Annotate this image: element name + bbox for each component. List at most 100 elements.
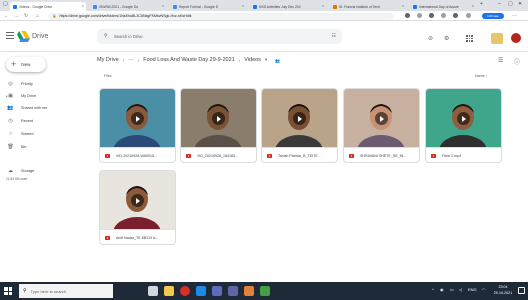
close-tab-icon[interactable]: × [82,3,84,8]
app-icon[interactable] [260,286,270,296]
settings-icon[interactable]: ⚙ [444,35,449,42]
reload-icon[interactable]: ↻ [24,13,28,19]
sidebar-item-my-drive[interactable]: ▸ ▣ My Drive [6,91,64,100]
play-icon[interactable] [293,112,306,125]
close-tab-icon[interactable]: × [162,3,164,8]
search-bar[interactable]: ⚲ Search in Drive ☷ [97,29,342,44]
search-options-icon[interactable]: ☷ [332,33,336,39]
collections-icon[interactable] [453,13,458,18]
sort-by-name-button[interactable]: Name ↑ [475,74,487,78]
browser-tab[interactable]: Report Format - Google D × [170,2,246,11]
video-thumbnail[interactable] [181,89,256,147]
extension-icon[interactable] [417,13,422,18]
video-thumbnail[interactable] [426,89,501,147]
tab-title: Report Format - Google D [179,4,219,9]
file-card[interactable]: SHRAVANI SHETE_SE_IN... [343,88,420,163]
browser-tab[interactable]: ISWSM 2021 - Google Do × [90,2,166,11]
tray-volume-icon[interactable]: ◁ [459,287,462,292]
search-icon[interactable]: ⚲ [104,33,108,39]
play-icon[interactable] [375,112,388,125]
notifications-icon[interactable] [518,287,525,294]
taskbar-search-placeholder: Type here to search [30,288,67,294]
close-tab-icon[interactable]: × [402,3,404,8]
close-window-icon[interactable]: ✕ [518,1,522,7]
windows-start-icon[interactable] [4,287,12,295]
expand-icon[interactable]: ▸ [6,94,8,98]
extension-icon[interactable] [429,13,434,18]
window-menu-icon[interactable]: ▢ [3,1,8,7]
sidebar-item-priority[interactable]: ◎ Priority [6,79,64,88]
play-icon[interactable] [457,112,470,125]
info-icon[interactable]: ⓘ [514,57,520,66]
back-icon[interactable]: ← [4,13,9,19]
app-icon[interactable] [212,286,222,296]
close-tab-icon[interactable]: × [322,3,324,8]
tray-battery-icon[interactable]: ▭ [450,287,454,292]
tray-wifi-icon[interactable]: ◠ [482,287,486,292]
extension-icon[interactable] [405,13,410,18]
address-bar[interactable]: 🔒 https://drive.google.com/drive/folders… [48,12,394,20]
sidebar-item-starred[interactable]: ☆ Starred [6,129,64,138]
sidebar-item-bin[interactable]: 🗑 Bin [6,142,64,151]
browser-tab[interactable]: International Day of Aware × [410,2,476,11]
file-card[interactable]: Amit Nadar_TE MECH A... [99,170,176,245]
file-card-footer: SHRAVANI SHETE_SE_IN... [344,147,419,162]
file-explorer-icon[interactable] [164,286,174,296]
video-thumbnail[interactable] [262,89,337,147]
video-file-icon [186,153,191,158]
sidebar-item-storage[interactable]: ☁ Storage [6,166,64,175]
new-button[interactable]: + New [6,57,46,72]
extension-icon[interactable] [466,13,471,18]
close-tab-icon[interactable]: × [472,3,474,8]
taskbar-clock[interactable]: 23:04 29-10-2021 [491,285,515,296]
profile-button[interactable]: InPrivate [482,13,504,19]
breadcrumb-my-drive[interactable]: My Drive [97,57,119,63]
drive-header: Drive ⚲ Search in Drive ☷ ⊘ ⚙ [0,22,528,52]
task-view-icon[interactable] [148,286,158,296]
organization-logo[interactable] [491,33,503,44]
minimize-icon[interactable]: – [498,1,501,7]
breadcrumb-current[interactable]: Videos [244,57,261,63]
sidebar-item-recent[interactable]: ◷ Recent [6,116,64,125]
tray-network-icon[interactable]: ◉ [440,287,444,292]
play-icon[interactable] [131,112,144,125]
browser-tab[interactable]: St. Francis Institute of Tech × [330,2,406,11]
teams-icon[interactable] [228,286,238,296]
main-menu-icon[interactable] [6,32,14,40]
play-icon[interactable] [212,112,225,125]
file-card[interactable]: VID_20210928_154183... [180,88,257,163]
play-icon[interactable] [131,194,144,207]
app-icon[interactable] [244,286,254,296]
new-tab-button[interactable]: + [480,1,483,7]
help-icon[interactable]: ⊘ [428,35,433,42]
browser-menu-icon[interactable]: ⋯ [512,13,517,19]
video-thumbnail[interactable] [100,171,175,229]
tray-chevron-icon[interactable]: ^ [432,287,434,292]
taskbar-search-box[interactable]: ⚲ Type here to search [19,284,113,298]
browser-tab[interactable]: Videos - Google Drive × [10,2,86,11]
forward-icon[interactable]: → [14,13,19,19]
list-view-icon[interactable]: ☰ [498,57,503,64]
edge-icon[interactable] [196,286,206,296]
home-icon[interactable]: ⌂ [36,13,39,19]
chrome-icon[interactable] [180,286,190,296]
file-card[interactable]: Tanish Parmar_B_TEITE... [261,88,338,163]
browser-tab[interactable]: NSS Activities July Dec 202 × [250,2,326,11]
shared-folder-icon: 👥 [275,57,281,63]
file-card[interactable]: VID-20210928-WA0015... [99,88,176,163]
avatar[interactable] [511,33,521,43]
chevron-down-icon[interactable]: ▾ [265,57,267,63]
tray-language[interactable]: ENG [468,287,477,292]
maximize-icon[interactable]: ▢ [508,1,513,7]
file-card-footer: Tanish Parmar_B_TEITE... [262,147,337,162]
video-thumbnail[interactable] [344,89,419,147]
file-name: SHRAVANI SHETE_SE_IN... [360,153,407,158]
breadcrumb-folder[interactable]: Food Loss And Waste Day 29-9-2021 [143,57,235,63]
apps-grid-icon[interactable] [466,35,473,42]
breadcrumb-ellipsis[interactable]: ··· [128,57,134,63]
sidebar-item-shared-with-me[interactable]: 👥 Shared with me [6,103,64,112]
favorites-icon[interactable] [441,13,446,18]
video-thumbnail[interactable] [100,89,175,147]
close-tab-icon[interactable]: × [242,3,244,8]
file-card[interactable]: Ftest 1.mp4 [425,88,502,163]
